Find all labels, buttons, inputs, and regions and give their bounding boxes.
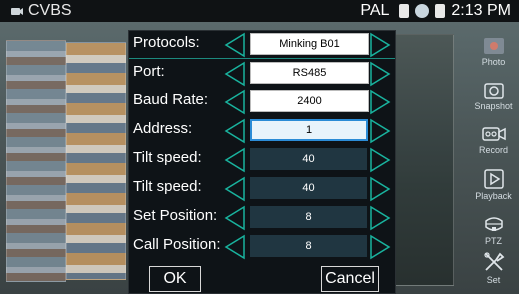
snapshot-label: Snapshot [474,101,513,111]
playback-button[interactable]: Playback [468,168,519,201]
tilt-speed-row: Tilt speed: 40 [129,147,395,173]
snapshot-button[interactable]: Snapshot [468,80,519,111]
poster-left [6,40,66,282]
playback-label: Playback [475,191,512,201]
input-mode-title: CVBS [28,2,72,19]
baud-rate-prev-arrow-icon[interactable] [222,89,246,115]
ptz-settings-dialog: Protocols: Minking B01 Port: RS485 Baud … [128,30,396,294]
right-toolbar: Photo Snapshot Record Playback PTZ Set [468,22,519,294]
call-position-prev-arrow-icon[interactable] [222,234,246,260]
background-shelf [392,34,454,286]
set-position-label: Set Position: [133,207,218,224]
port-field[interactable]: RS485 [250,62,369,84]
camera-icon [11,8,23,15]
ptz-icon [484,217,503,231]
call-position-label: Call Position: [133,236,221,253]
photo-button[interactable]: Photo [468,36,519,67]
settings-button[interactable]: Set [468,250,519,285]
tilt-speed-next-arrow-icon[interactable] [369,147,393,173]
record-label: Record [478,145,508,155]
ptz-button[interactable]: PTZ [468,213,519,246]
call-position-field[interactable]: 8 [250,235,367,257]
protocols-field[interactable]: Minking B01 [250,33,369,55]
video-standard: PAL [360,2,390,19]
port-label: Port: [133,63,165,80]
set-position-next-arrow-icon[interactable] [369,205,393,231]
baud-rate-row: Baud Rate: 2400 [129,89,395,115]
port-prev-arrow-icon[interactable] [222,61,246,87]
cancel-button[interactable]: Cancel [321,266,379,292]
protocols-row: Protocols: Minking B01 [129,32,395,58]
call-position-next-arrow-icon[interactable] [369,234,393,260]
port-row: Port: RS485 [129,61,395,87]
tilt-speed-label: Tilt speed: [133,149,202,166]
set-label: Set [486,275,501,285]
tilt-speed-field[interactable]: 40 [250,148,367,170]
tilt-speed-label-2: Tilt speed: [133,178,202,195]
record-button[interactable]: Record [468,124,519,155]
ok-button[interactable]: OK [149,266,201,292]
tilt-speed-row-2: Tilt speed: 40 [129,176,395,202]
poster-middle [66,42,126,280]
network-icon [415,4,430,18]
photo-label: Photo [481,57,506,67]
address-input[interactable]: 1 [250,119,368,141]
address-prev-arrow-icon[interactable] [222,118,246,144]
clock: 2:13 PM [451,2,511,19]
baud-rate-label: Baud Rate: [133,91,209,108]
record-icon [481,127,506,141]
protocols-label: Protocols: [133,34,200,51]
settings-icon [483,252,504,271]
call-position-row: Call Position: 8 [129,234,395,260]
baud-rate-next-arrow-icon[interactable] [369,89,393,115]
status-bar: CVBS PAL 2:13 PM [0,0,519,22]
set-position-row: Set Position: 8 [129,205,395,231]
tilt-speed-2-prev-arrow-icon[interactable] [222,176,246,202]
set-position-prev-arrow-icon[interactable] [222,205,246,231]
battery-icon [435,4,446,18]
protocols-prev-arrow-icon[interactable] [222,32,246,58]
playback-icon [483,169,504,189]
photo-icon [483,38,504,54]
address-next-arrow-icon[interactable] [369,118,393,144]
tilt-speed-prev-arrow-icon[interactable] [222,147,246,173]
address-row: Address: 1 [129,118,395,144]
protocols-next-arrow-icon[interactable] [369,32,393,58]
baud-rate-field[interactable]: 2400 [250,90,369,112]
ptz-label: PTZ [485,236,502,246]
set-position-field[interactable]: 8 [250,206,367,228]
tilt-speed-2-next-arrow-icon[interactable] [369,176,393,202]
snapshot-icon [483,83,504,99]
memory-icon [399,4,410,18]
address-label: Address: [133,120,193,137]
port-next-arrow-icon[interactable] [369,61,393,87]
tilt-speed-field-2[interactable]: 40 [250,177,367,199]
